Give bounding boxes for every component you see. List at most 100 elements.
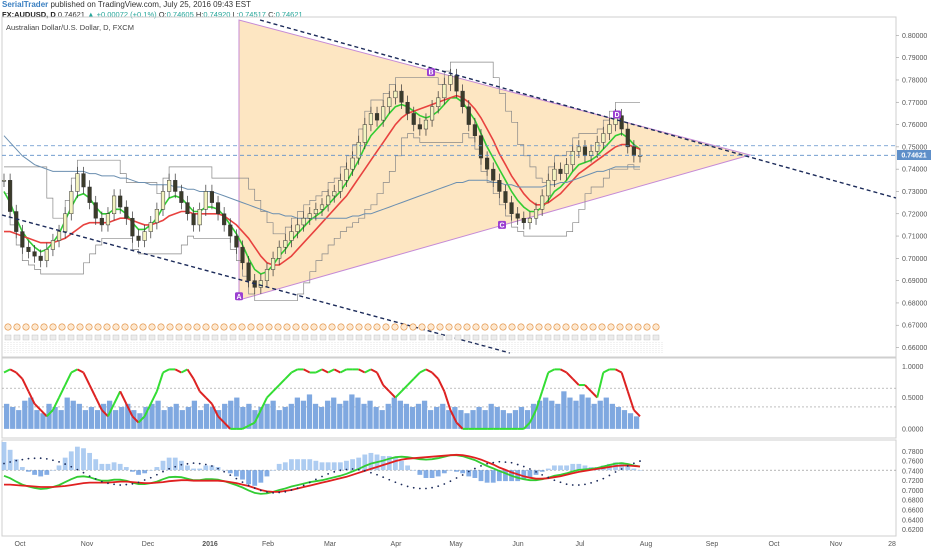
event-marker-icon[interactable] xyxy=(634,323,642,331)
event-marker-icon[interactable] xyxy=(499,323,507,331)
event-marker-icon[interactable] xyxy=(229,323,237,331)
event-marker-icon[interactable] xyxy=(112,323,120,331)
oscillator-segment xyxy=(560,368,568,374)
event-marker-icon[interactable] xyxy=(292,323,300,331)
macd-signal-dot xyxy=(455,477,458,479)
candle-body xyxy=(362,124,367,143)
event-marker-icon[interactable] xyxy=(103,323,111,331)
event-marker-icon[interactable] xyxy=(418,323,426,331)
event-marker-icon[interactable] xyxy=(49,323,57,331)
event-marker-icon[interactable] xyxy=(157,323,165,331)
price-tick-label: 0.74000 xyxy=(902,167,927,174)
event-marker-icon[interactable] xyxy=(139,323,147,331)
macd-signal-dot xyxy=(168,467,171,470)
event-marker-icon[interactable] xyxy=(238,323,246,331)
event-marker-icon[interactable] xyxy=(454,323,462,331)
event-marker-icon[interactable] xyxy=(589,323,597,331)
event-marker-icon[interactable] xyxy=(436,323,444,331)
event-marker-icon[interactable] xyxy=(274,323,282,331)
price-tick-label: 0.69000 xyxy=(902,278,927,285)
event-marker-icon[interactable] xyxy=(643,323,651,331)
event-marker-icon[interactable] xyxy=(328,323,336,331)
event-marker-icon[interactable] xyxy=(373,323,381,331)
event-marker-icon[interactable] xyxy=(130,323,138,331)
event-marker-icon[interactable] xyxy=(625,323,633,331)
macd-signal-dot xyxy=(76,468,79,471)
candle-body xyxy=(313,209,318,215)
event-marker-icon[interactable] xyxy=(58,323,66,331)
event-marker-icon[interactable] xyxy=(301,323,309,331)
event-marker-icon[interactable] xyxy=(508,323,516,331)
candle-body xyxy=(295,224,300,232)
event-marker-icon[interactable] xyxy=(211,323,219,331)
event-marker-icon[interactable] xyxy=(283,323,291,331)
macd-bar xyxy=(441,470,447,474)
oscillator-bar xyxy=(464,413,470,429)
event-marker-icon[interactable] xyxy=(94,323,102,331)
event-marker-icon[interactable] xyxy=(472,323,480,331)
event-marker-icon[interactable] xyxy=(337,323,345,331)
candle-body xyxy=(283,240,288,248)
event-marker-icon[interactable] xyxy=(220,323,228,331)
event-marker-icon[interactable] xyxy=(517,323,525,331)
event-marker-icon[interactable] xyxy=(256,323,264,331)
event-marker-icon[interactable] xyxy=(580,323,588,331)
event-marker-icon[interactable] xyxy=(427,323,435,331)
event-marker-icon[interactable] xyxy=(391,323,399,331)
event-marker-icon[interactable] xyxy=(13,323,21,331)
event-marker-icon[interactable] xyxy=(67,323,75,331)
event-marker-icon[interactable] xyxy=(481,323,489,331)
event-marker-icon[interactable] xyxy=(544,323,552,331)
oscillator-segment xyxy=(303,368,311,374)
event-marker-icon[interactable] xyxy=(31,323,39,331)
event-marker-icon[interactable] xyxy=(184,323,192,331)
event-marker-icon[interactable] xyxy=(490,323,498,331)
event-marker-icon[interactable] xyxy=(382,323,390,331)
event-marker-icon[interactable] xyxy=(4,323,12,331)
event-marker-icon[interactable] xyxy=(40,323,48,331)
macd-bar xyxy=(123,467,129,471)
event-marker-icon[interactable] xyxy=(148,323,156,331)
oscillator-segment xyxy=(64,372,73,386)
event-marker-icon[interactable] xyxy=(166,323,174,331)
candle-body xyxy=(228,224,233,237)
event-marker-icon[interactable] xyxy=(85,323,93,331)
event-marker-icon[interactable] xyxy=(247,323,255,331)
event-marker-icon[interactable] xyxy=(616,323,624,331)
macd-bar xyxy=(111,462,117,471)
event-flag-icon xyxy=(328,334,336,341)
event-marker-icon[interactable] xyxy=(400,323,408,331)
event-marker-icon[interactable] xyxy=(445,323,453,331)
event-marker-icon[interactable] xyxy=(553,323,561,331)
event-marker-icon[interactable] xyxy=(265,323,273,331)
event-marker-icon[interactable] xyxy=(463,323,471,331)
event-marker-icon[interactable] xyxy=(121,323,129,331)
candle-body xyxy=(533,209,539,219)
event-marker-icon[interactable] xyxy=(526,323,534,331)
event-marker-icon[interactable] xyxy=(571,323,579,331)
event-marker-icon[interactable] xyxy=(193,323,201,331)
macd-slow-ma-line xyxy=(4,453,641,493)
event-marker-icon[interactable] xyxy=(535,323,543,331)
event-marker-icon[interactable] xyxy=(562,323,570,331)
event-marker-icon[interactable] xyxy=(652,323,660,331)
price-chart[interactable]: 0.800000.790000.780000.770000.760000.750… xyxy=(0,0,932,550)
event-marker-icon[interactable] xyxy=(364,323,372,331)
event-marker-icon[interactable] xyxy=(319,323,327,331)
candle-body xyxy=(381,106,386,121)
event-marker-icon[interactable] xyxy=(175,323,183,331)
event-marker-icon[interactable] xyxy=(607,323,615,331)
event-marker-icon[interactable] xyxy=(202,323,210,331)
oscillator-segment xyxy=(376,372,385,386)
candle-body xyxy=(63,213,68,232)
event-marker-icon[interactable] xyxy=(346,323,354,331)
event-marker-icon[interactable] xyxy=(310,323,318,331)
macd-bar xyxy=(38,470,44,477)
event-marker-icon[interactable] xyxy=(76,323,84,331)
event-marker-icon[interactable] xyxy=(355,323,363,331)
macd-bar xyxy=(295,459,300,471)
event-marker-icon[interactable] xyxy=(409,323,417,331)
event-marker-icon[interactable] xyxy=(598,323,606,331)
candle-body xyxy=(277,246,282,259)
event-marker-icon[interactable] xyxy=(22,323,30,331)
